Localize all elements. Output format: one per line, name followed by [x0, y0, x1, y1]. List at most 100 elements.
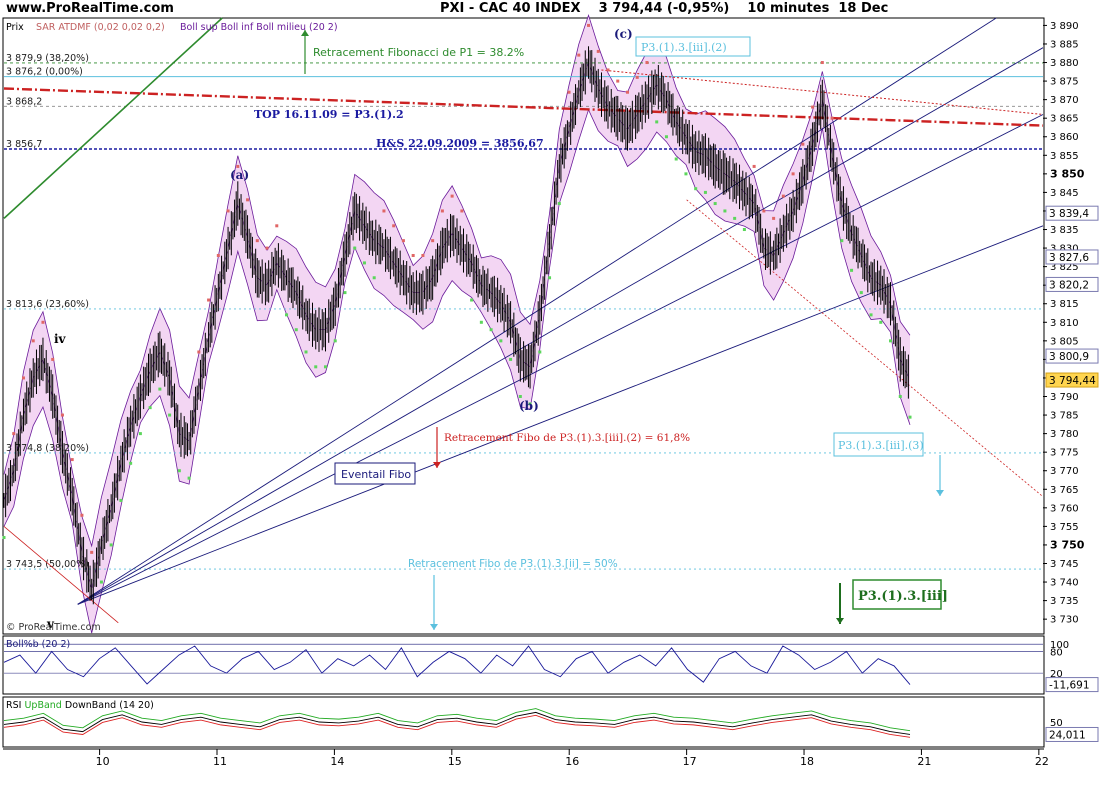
sar-dot: [674, 157, 678, 161]
y-tick-label: 3 770: [1050, 466, 1079, 477]
bollb-tag: -11,691: [1049, 680, 1090, 692]
sar-dot: [41, 320, 45, 324]
legend-price: Prix: [6, 22, 24, 33]
sar-dot: [119, 498, 123, 502]
sar-dots: [2, 23, 912, 584]
sar-dot: [21, 376, 25, 380]
y-tick-label: 3 805: [1050, 336, 1079, 347]
sar-dot: [859, 291, 863, 295]
y-tick-label: 3 755: [1050, 522, 1079, 533]
annotation-fibo-618: Retracement Fibo de P3.(1).3.[iii].(2) =…: [444, 432, 690, 444]
sar-dot: [80, 513, 84, 517]
sar-dot: [723, 209, 727, 213]
y-tick-label: 3 740: [1050, 578, 1079, 589]
copyright: © ProRealTime.com: [6, 622, 101, 633]
annotation-top: TOP 16.11.09 = P3.(1).2: [254, 108, 404, 121]
sar-dot: [138, 432, 142, 436]
sar-dot: [635, 75, 639, 79]
bollb-panel: [2, 635, 1045, 695]
y-tick-label: 3 845: [1050, 188, 1079, 199]
sar-dot: [684, 172, 688, 176]
sar-dot: [470, 298, 474, 302]
sar-dot: [840, 239, 844, 243]
annotation-eventail: Eventail Fibo: [341, 468, 411, 481]
sar-dot: [625, 90, 629, 94]
sar-dot: [99, 580, 103, 584]
sar-dot: [499, 339, 503, 343]
sar-dot: [421, 253, 425, 257]
y-tick-label: 3 855: [1050, 151, 1079, 162]
box-label-c: P3.(1).3.[iii].(2): [641, 41, 727, 54]
arrow-box-iii-head: [836, 618, 844, 624]
sar-dot: [694, 187, 698, 191]
sar-dot: [781, 194, 785, 198]
sar-dot: [538, 350, 542, 354]
sar-dot: [772, 216, 776, 220]
wave-label-iv: iv: [54, 332, 67, 346]
y-tick-label: 3 815: [1050, 299, 1079, 310]
sar-dot: [518, 395, 522, 399]
sar-dot: [850, 268, 854, 272]
legend-rsi: RSI UpBand DownBand (14 20): [6, 700, 154, 711]
sar-dot: [353, 246, 357, 250]
bollb-tick-label: 80: [1050, 647, 1063, 658]
price-bars: [3, 46, 909, 605]
sar-dot: [869, 313, 873, 317]
sar-dot: [489, 328, 493, 332]
sar-dot: [811, 105, 815, 109]
arrow-fibo-50-head: [430, 624, 438, 630]
sar-dot: [587, 23, 591, 27]
y-tick-label: 3 880: [1050, 58, 1079, 69]
y-tick-label: 3 765: [1050, 485, 1079, 496]
sar-dot: [479, 320, 483, 324]
sar-dot: [411, 253, 415, 257]
sar-dot: [158, 387, 162, 391]
sar-dot: [168, 413, 172, 417]
legend-boll: Boll sup Boll inf Boll milieu (20 2): [180, 22, 338, 33]
sar-dot: [294, 328, 298, 332]
sar-dot: [304, 350, 308, 354]
y-tick-label: 3 860: [1050, 132, 1079, 143]
sar-dot: [12, 432, 16, 436]
bollinger-fill: [4, 15, 911, 634]
y-tick-label: 3 790: [1050, 392, 1079, 403]
price-tag: 3 827,6: [1049, 252, 1089, 264]
y-tick-label: 3 850: [1050, 167, 1085, 180]
sar-dot: [752, 164, 756, 168]
sar-dot: [197, 350, 201, 354]
level-label-2: 3 868,2: [6, 96, 42, 107]
sar-dot: [567, 90, 571, 94]
sar-dot: [431, 239, 435, 243]
red-trend-line: [3, 87, 1044, 127]
sar-dot: [889, 339, 893, 343]
wave-label-b: (b): [519, 399, 539, 413]
sar-dot: [129, 461, 133, 465]
y-tick-label: 3 750: [1050, 538, 1085, 551]
sar-dot: [333, 339, 337, 343]
sar-dot: [275, 224, 279, 228]
sar-dot: [70, 458, 74, 462]
y-tick-label: 3 780: [1050, 429, 1079, 440]
sar-dot: [362, 261, 366, 265]
annotation-fibo-p1: Retracement Fibonacci de P1 = 38.2%: [313, 46, 524, 59]
sar-dot: [31, 339, 35, 343]
sar-dot: [177, 469, 181, 473]
sar-dot: [596, 49, 600, 53]
x-tick-label: 18: [800, 755, 814, 768]
sar-dot: [820, 61, 824, 65]
sar-dot: [148, 406, 152, 410]
sar-dot: [450, 194, 454, 198]
sar-dot: [791, 172, 795, 176]
y-tick-label: 3 785: [1050, 411, 1079, 422]
y-tick-label: 3 870: [1050, 95, 1079, 106]
sar-dot: [343, 291, 347, 295]
level-label-6: 3 743,5 (50,00%): [6, 559, 89, 570]
sar-dot: [898, 395, 902, 399]
price-tag: 3 839,4: [1049, 208, 1089, 220]
y-tick-label: 3 730: [1050, 615, 1079, 626]
sar-dot: [401, 239, 405, 243]
sar-dot: [382, 209, 386, 213]
price-axis: 3 730 3 735 3 740 3 745 3 750 3 755 3 760 3 765…: [1043, 21, 1099, 626]
wave-label-c: (c): [614, 27, 633, 41]
y-tick-label: 3 775: [1050, 448, 1079, 459]
